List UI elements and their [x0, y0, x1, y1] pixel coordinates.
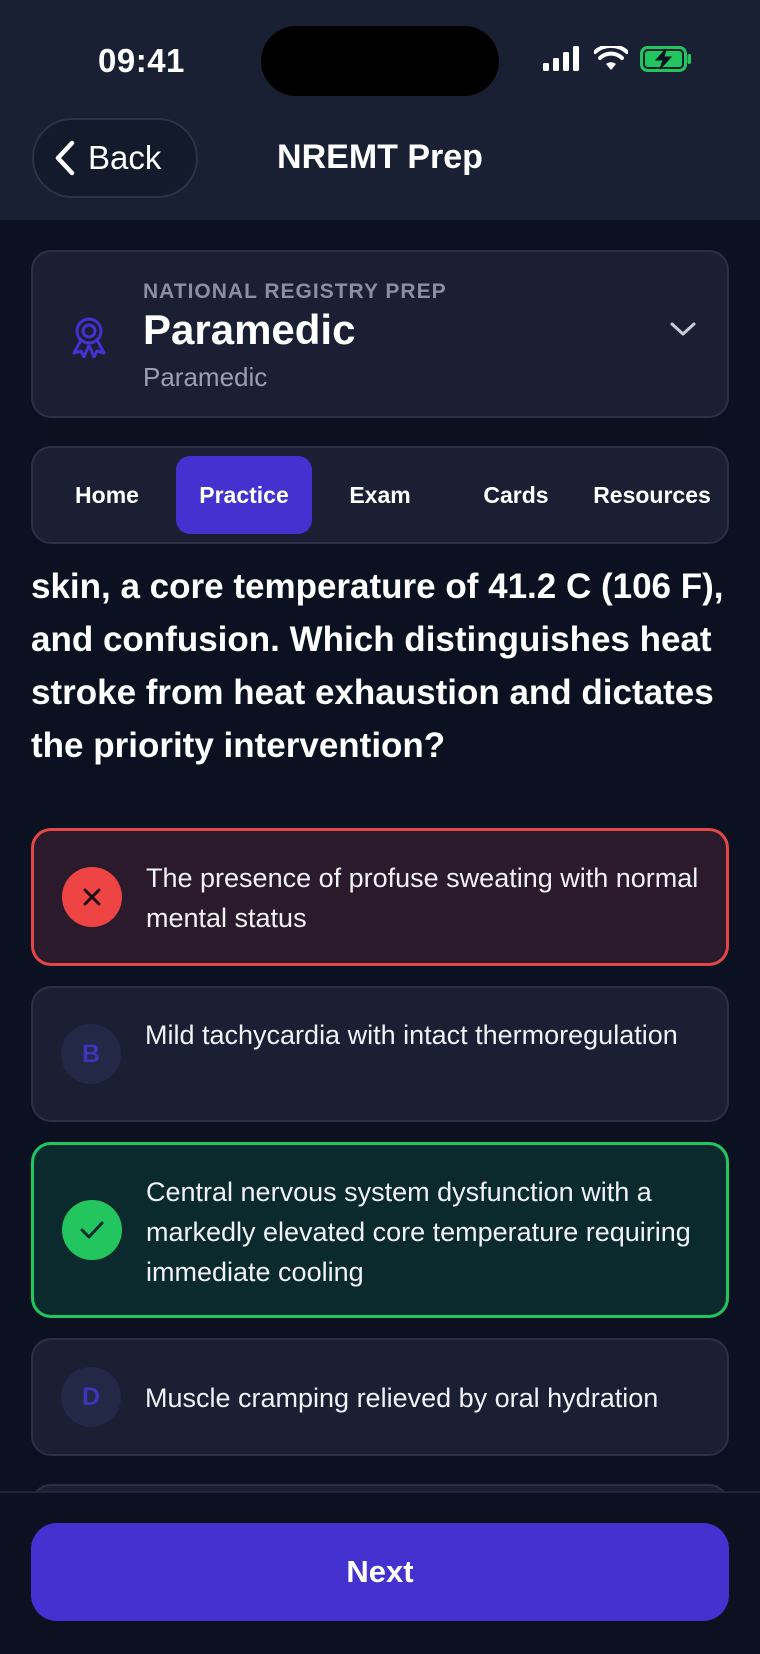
tab-practice[interactable]: Practice — [176, 456, 312, 534]
certification-subtitle: Paramedic — [143, 362, 268, 392]
page-title: NREMT Prep — [277, 138, 483, 176]
check-icon — [62, 1200, 122, 1260]
answer-text-d: Muscle cramping relieved by oral hydrati… — [145, 1383, 659, 1413]
tab-exam[interactable]: Exam — [312, 456, 448, 534]
question-text: skin, a core temperature of 41.2 C (106 … — [31, 567, 724, 765]
dynamic-island — [261, 26, 499, 96]
answer-text-c: Central nervous system dysfunction with … — [146, 1177, 691, 1287]
cellular-signal-icon — [543, 46, 579, 71]
question-scroll-area[interactable]: skin, a core temperature of 41.2 C (106 … — [0, 546, 760, 1491]
certification-kicker: NATIONAL REGISTRY PREP — [143, 280, 447, 303]
status-icons — [542, 46, 692, 72]
answer-option-e-partial[interactable] — [31, 1484, 729, 1491]
tab-cards[interactable]: Cards — [448, 456, 584, 534]
status-time: 09:41 — [98, 42, 185, 79]
answer-option-c[interactable]: Central nervous system dysfunction with … — [31, 1142, 729, 1318]
x-icon — [62, 867, 122, 927]
wifi-icon — [594, 46, 628, 70]
status-bar: 09:41 — [0, 0, 760, 120]
answer-option-a[interactable]: The presence of profuse sweating with no… — [31, 828, 729, 966]
certification-title: Paramedic — [143, 306, 356, 353]
battery-charging-icon — [640, 46, 691, 72]
answer-letter-b: B — [61, 1024, 121, 1084]
chevron-down-icon — [670, 322, 696, 336]
tab-resources[interactable]: Resources — [584, 456, 720, 534]
award-ribbon-icon — [72, 317, 106, 358]
answer-text-b: Mild tachycardia with intact thermoregul… — [145, 1020, 678, 1050]
tab-home[interactable]: Home — [39, 456, 175, 534]
next-button[interactable]: Next — [31, 1523, 729, 1621]
answer-text-a: The presence of profuse sweating with no… — [146, 863, 699, 933]
section-tabs: Home Practice Exam Cards Resources — [31, 446, 729, 544]
bottom-action-bar: Next — [0, 1491, 760, 1654]
answer-option-b[interactable]: B Mild tachycardia with intact thermoreg… — [31, 986, 729, 1122]
answer-option-d[interactable]: D Muscle cramping relieved by oral hydra… — [31, 1338, 729, 1456]
answer-letter-d: D — [61, 1367, 121, 1427]
certification-selector[interactable]: NATIONAL REGISTRY PREP Paramedic Paramed… — [31, 250, 729, 418]
